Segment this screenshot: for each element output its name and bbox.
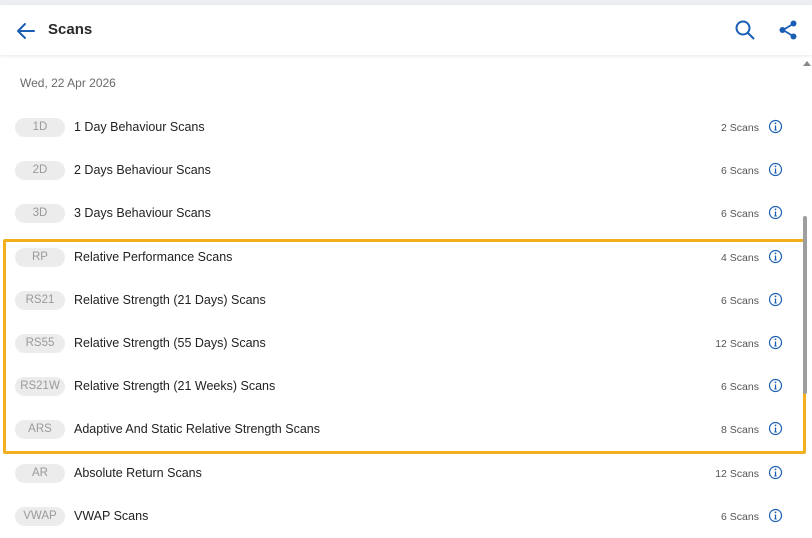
scan-row[interactable]: RS21W Relative Strength (21 Weeks) Scans 6… (0, 365, 800, 408)
scan-name: Adaptive And Static Relative Strength Sc… (74, 422, 320, 437)
search-icon (735, 20, 755, 40)
info-icon (768, 206, 783, 220)
scrollbar-thumb[interactable] (803, 216, 807, 394)
scan-code-badge: 2D (15, 161, 65, 181)
scan-name: VWAP Scans (74, 508, 149, 523)
info-button[interactable] (768, 205, 783, 220)
scan-count: 6 Scans (721, 294, 759, 307)
info-icon (768, 163, 783, 177)
scan-row[interactable]: RS21 Relative Strength (21 Days) Scans 6 S… (0, 279, 800, 322)
arrow-left-icon (17, 23, 35, 39)
scrollbar[interactable] (802, 56, 812, 534)
scan-code-badge: 1D (15, 118, 65, 137)
scan-name: Relative Strength (21 Weeks) Scans (74, 379, 276, 394)
scan-count: 6 Scans (721, 381, 759, 394)
scan-code-badge: RS21W (15, 377, 65, 397)
scan-code-badge: RP (15, 247, 65, 267)
scan-row[interactable]: AR Absolute Return Scans 12 Scans (0, 452, 800, 495)
scan-list: 1D 1 Day Behaviour Scans 2 Scans 2D 2 Days B… (0, 106, 800, 538)
scan-count: 6 Scans (721, 510, 759, 523)
caret-up-icon (803, 61, 811, 66)
info-icon (768, 249, 783, 263)
date-label: Wed, 22 Apr 2026 (20, 76, 116, 90)
info-button[interactable] (768, 249, 783, 264)
page-title: Scans (48, 21, 93, 38)
scan-code-badge: 3D (15, 204, 65, 224)
info-button[interactable] (768, 508, 783, 523)
info-icon (768, 119, 783, 134)
scan-name: Relative Strength (55 Days) Scans (74, 335, 266, 350)
info-icon (768, 335, 783, 350)
scan-count: 4 Scans (721, 251, 759, 264)
search-button[interactable] (734, 19, 756, 41)
scan-name: Absolute Return Scans (74, 465, 202, 480)
scroll-up-button[interactable] (802, 56, 812, 66)
share-button[interactable] (777, 19, 799, 41)
info-icon (768, 422, 783, 436)
scan-name: 1 Day Behaviour Scans (74, 120, 205, 134)
scan-row[interactable]: 3D 3 Days Behaviour Scans 6 Scans (0, 192, 800, 235)
info-button[interactable] (768, 335, 783, 350)
scan-count: 2 Scans (721, 122, 759, 134)
info-button[interactable] (768, 119, 783, 134)
scan-code-badge: VWAP (15, 506, 65, 526)
scan-count: 12 Scans (715, 467, 759, 480)
scan-row[interactable]: RS55 Relative Strength (55 Days) Scans 12 … (0, 322, 800, 365)
info-button[interactable] (768, 378, 783, 393)
scan-name: 2 Days Behaviour Scans (74, 163, 211, 178)
app-header: Scans (0, 5, 812, 55)
scan-name: Relative Strength (21 Days) Scans (74, 292, 266, 307)
info-button[interactable] (768, 292, 783, 307)
scan-code-badge: AR (15, 463, 65, 483)
scan-name: 3 Days Behaviour Scans (74, 206, 211, 221)
info-icon (768, 508, 783, 522)
info-icon (768, 465, 783, 479)
scan-code-badge: ARS (15, 420, 65, 440)
info-icon (768, 379, 783, 393)
scan-row[interactable]: 2D 2 Days Behaviour Scans 6 Scans (0, 149, 800, 192)
back-button[interactable] (14, 19, 38, 43)
scan-row[interactable]: 1D 1 Day Behaviour Scans 2 Scans (0, 106, 800, 149)
scan-row[interactable]: VWAP VWAP Scans 6 Scans (0, 495, 800, 538)
info-button[interactable] (768, 465, 783, 480)
scan-row[interactable]: RP Relative Performance Scans 4 Scans (0, 236, 800, 279)
info-button[interactable] (768, 162, 783, 177)
scan-row[interactable]: ARS Adaptive And Static Relative Strength… (0, 408, 800, 451)
scan-name: Relative Performance Scans (74, 249, 233, 264)
scan-count: 6 Scans (721, 208, 759, 221)
scan-count: 8 Scans (721, 424, 759, 437)
scan-code-badge: RS21 (15, 290, 65, 310)
scan-count: 12 Scans (715, 337, 759, 350)
info-button[interactable] (768, 421, 783, 436)
scan-code-badge: RS55 (15, 333, 65, 353)
scan-count: 6 Scans (721, 165, 759, 178)
share-icon (779, 20, 797, 40)
info-icon (768, 292, 783, 306)
